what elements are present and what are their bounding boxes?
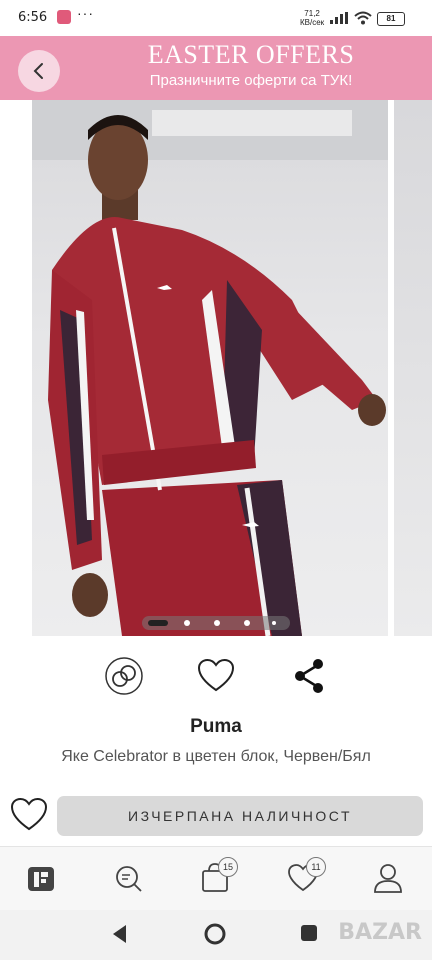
wifi-icon (354, 11, 372, 25)
bottom-navigation: 15 11 (0, 846, 432, 911)
nav-account[interactable] (370, 861, 410, 897)
status-time: 6:56 (18, 10, 48, 25)
chevron-left-icon (33, 63, 43, 79)
share-button[interactable] (289, 656, 329, 696)
gallery-page-indicator (142, 616, 290, 630)
system-navigation-bar: BAZAR (0, 910, 432, 960)
compare-icon (105, 657, 143, 695)
indicator-dot (214, 620, 220, 626)
add-to-wishlist-button[interactable] (10, 797, 48, 837)
notification-app-icon (57, 10, 71, 24)
product-actions (0, 656, 432, 698)
indicator-dot-active (148, 620, 168, 626)
product-photo[interactable] (32, 100, 388, 636)
nav-wishlist[interactable]: 11 (286, 857, 326, 897)
heart-icon (197, 659, 235, 692)
nav-search[interactable] (110, 861, 150, 897)
watermark-logo: BAZAR (338, 920, 422, 945)
status-bar: 6:56 ··· 71,2 КВ/сек 81 (0, 0, 432, 36)
indicator-dot (244, 620, 250, 626)
system-recents-icon[interactable] (300, 924, 318, 942)
network-speed: 71,2 КВ/сек (300, 9, 324, 27)
battery-indicator: 81 (377, 12, 405, 26)
sold-out-button[interactable]: ИЗЧЕРПАНА НАЛИЧНОСТ (57, 796, 423, 836)
buy-bar: ИЗЧЕРПАНА НАЛИЧНОСТ (0, 790, 432, 840)
next-product-photo[interactable] (394, 100, 432, 636)
banner-title: EASTER OFFERS (147, 40, 355, 69)
search-icon (116, 866, 142, 892)
system-home-icon[interactable] (203, 922, 227, 946)
jacket-illustration (32, 100, 388, 636)
brand-logo-icon (28, 867, 54, 891)
wishlist-button[interactable] (196, 656, 236, 696)
heart-icon (10, 797, 48, 831)
share-icon (295, 659, 323, 693)
wishlist-count-badge: 11 (306, 857, 326, 877)
product-name: Яке Celebrator в цветен блок, Червен/Бял (61, 748, 371, 765)
back-button[interactable] (18, 50, 60, 92)
system-back-icon[interactable] (110, 923, 130, 945)
network-speed-value: 71,2 (304, 9, 320, 18)
network-speed-unit: КВ/сек (300, 18, 325, 27)
product-gallery[interactable] (0, 100, 432, 638)
more-notifications-icon: ··· (77, 5, 94, 21)
indicator-dot (184, 620, 190, 626)
product-brand[interactable]: Puma (0, 716, 432, 738)
user-icon (374, 864, 402, 893)
banner-subtitle: Празничните оферти са ТУК! (149, 72, 353, 89)
nav-home[interactable] (24, 861, 64, 897)
signal-icon (330, 12, 348, 24)
indicator-dot (272, 621, 276, 625)
promo-banner[interactable]: EASTER OFFERS Празничните оферти са ТУК! (0, 36, 432, 100)
compare-button[interactable] (104, 656, 144, 696)
bag-count-badge: 15 (218, 857, 238, 877)
nav-bag[interactable]: 15 (198, 857, 238, 897)
